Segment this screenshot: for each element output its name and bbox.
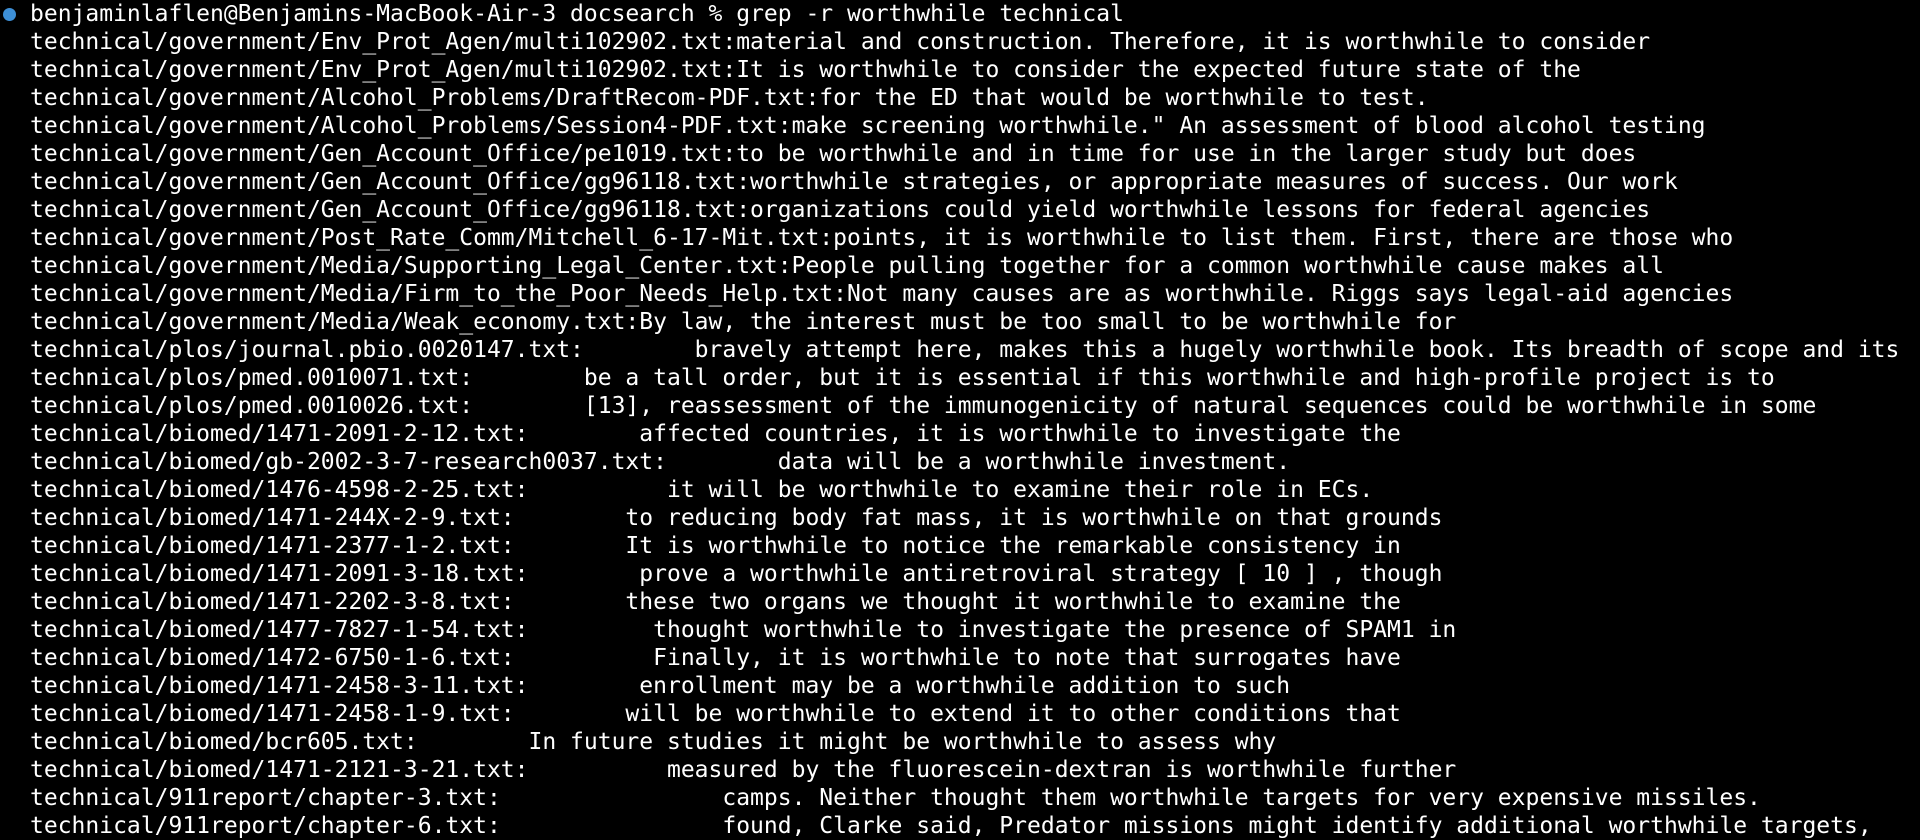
shell-prompt: benjaminlaflen@Benjamins-MacBook-Air-3 d… xyxy=(30,1,737,27)
output-line: technical/government/Media/Firm_to_the_P… xyxy=(30,281,1734,307)
output-line: technical/government/Gen_Account_Office/… xyxy=(30,169,1678,195)
output-line: technical/biomed/1471-2091-3-18.txt: pro… xyxy=(30,561,1443,587)
output-line: technical/government/Gen_Account_Office/… xyxy=(30,197,1651,223)
command-line[interactable]: benjaminlaflen@Benjamins-MacBook-Air-3 d… xyxy=(30,0,1124,28)
output-line: technical/government/Media/Supporting_Le… xyxy=(30,253,1664,279)
prompt-status-dot xyxy=(3,8,16,21)
output-line: technical/biomed/gb-2002-3-7-research003… xyxy=(30,449,1291,475)
output-line: technical/biomed/1477-7827-1-54.txt: tho… xyxy=(30,617,1457,643)
output-line: technical/biomed/1471-2458-3-11.txt: enr… xyxy=(30,673,1291,699)
output-line: technical/biomed/bcr605.txt: In future s… xyxy=(30,729,1277,755)
output-line: technical/government/Media/Weak_economy.… xyxy=(30,309,1457,335)
output-line: technical/biomed/1471-2202-3-8.txt: thes… xyxy=(30,589,1401,615)
output-line: technical/biomed/1471-2091-2-12.txt: aff… xyxy=(30,421,1401,447)
terminal-window[interactable]: benjaminlaflen@Benjamins-MacBook-Air-3 d… xyxy=(0,0,1920,840)
output-line: technical/biomed/1471-244X-2-9.txt: to r… xyxy=(30,505,1443,531)
typed-command: grep -r worthwhile technical xyxy=(736,1,1124,27)
output-line: technical/biomed/1471-2377-1-2.txt: It i… xyxy=(30,533,1401,559)
output-line: technical/government/Alcohol_Problems/Se… xyxy=(30,113,1706,139)
output-line: technical/911report/chapter-6.txt: found… xyxy=(30,813,1872,839)
output-line: technical/plos/pmed.0010071.txt: be a ta… xyxy=(30,365,1775,391)
output-line: technical/government/Env_Prot_Agen/multi… xyxy=(30,29,1651,55)
output-line: technical/government/Gen_Account_Office/… xyxy=(30,141,1637,167)
output-line: technical/biomed/1471-2121-3-21.txt: mea… xyxy=(30,757,1457,783)
output-line: technical/government/Env_Prot_Agen/multi… xyxy=(30,57,1581,83)
output-line: technical/biomed/1472-6750-1-6.txt: Fina… xyxy=(30,645,1401,671)
output-line: technical/911report/chapter-3.txt: camps… xyxy=(30,785,1761,811)
output-line: technical/plos/pmed.0010026.txt: [13], r… xyxy=(30,393,1817,419)
output-line: technical/biomed/1471-2458-1-9.txt: will… xyxy=(30,701,1401,727)
output-line: technical/government/Alcohol_Problems/Dr… xyxy=(30,85,1429,111)
output-line: technical/plos/journal.pbio.0020147.txt:… xyxy=(30,337,1900,363)
output-line: technical/biomed/1476-4598-2-25.txt: it … xyxy=(30,477,1374,503)
output-line: technical/government/Post_Rate_Comm/Mitc… xyxy=(30,225,1734,251)
